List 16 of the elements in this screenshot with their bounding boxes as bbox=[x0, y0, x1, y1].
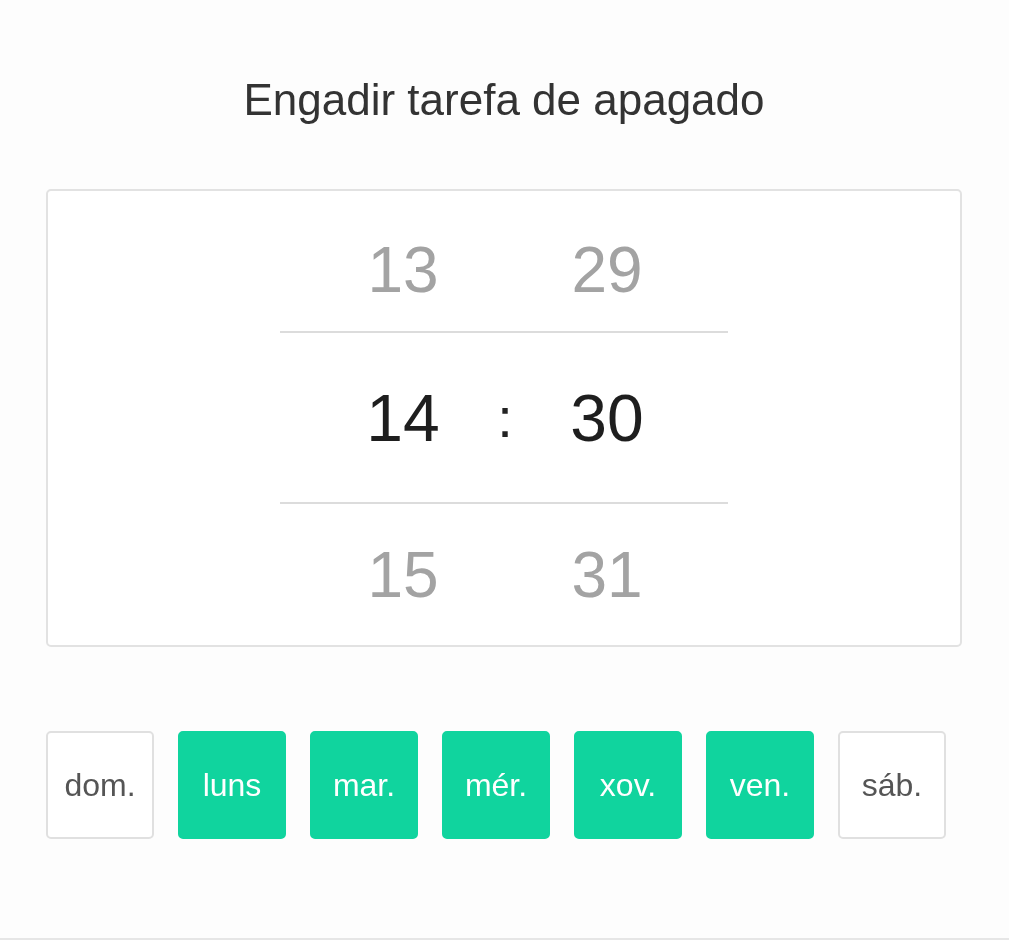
weekday-toggle[interactable]: luns bbox=[178, 731, 286, 839]
hour-value[interactable]: 13 bbox=[367, 232, 439, 307]
minute-value[interactable]: 31 bbox=[571, 537, 643, 612]
time-separator: : bbox=[497, 385, 513, 451]
minute-value[interactable]: 30 bbox=[570, 379, 644, 456]
hour-value[interactable]: 15 bbox=[367, 537, 439, 612]
weekday-toggle[interactable]: xov. bbox=[574, 731, 682, 839]
weekday-toggle[interactable]: mér. bbox=[442, 731, 550, 839]
minute-value[interactable]: 29 bbox=[571, 232, 643, 307]
time-picker[interactable]: 13 29 14 : 30 15 31 bbox=[46, 189, 962, 647]
weekday-toggle[interactable]: sáb. bbox=[838, 731, 946, 839]
weekday-toggle[interactable]: mar. bbox=[310, 731, 418, 839]
weekday-toggle[interactable]: dom. bbox=[46, 731, 154, 839]
weekday-toggle[interactable]: ven. bbox=[706, 731, 814, 839]
hour-value[interactable]: 14 bbox=[366, 379, 440, 456]
dialog-title: Engadir tarefa de apagado bbox=[243, 74, 765, 126]
